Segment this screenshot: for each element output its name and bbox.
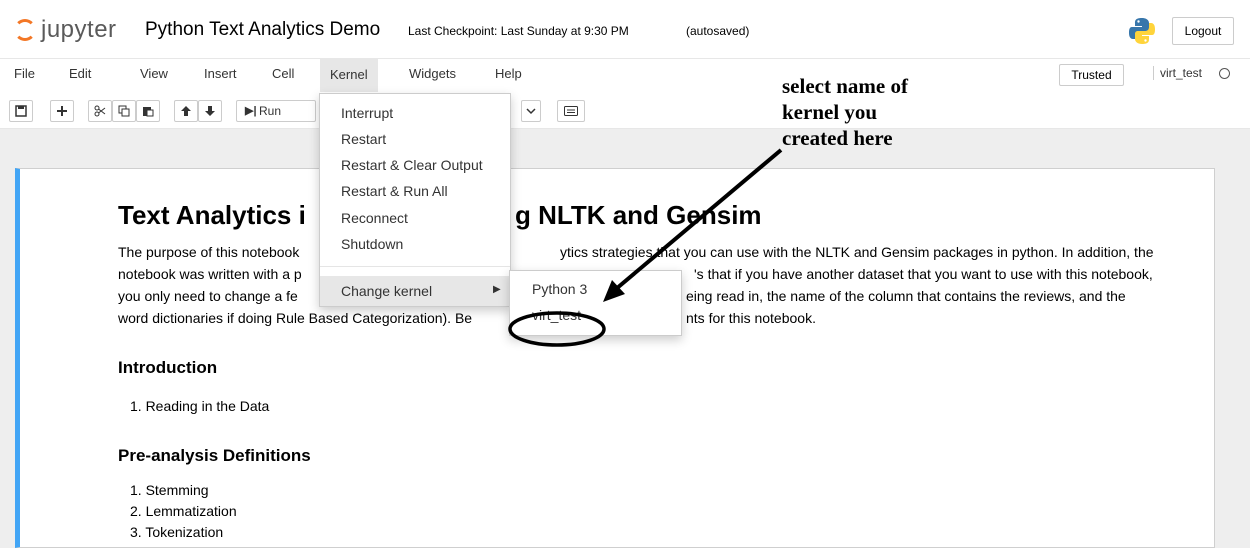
- paragraph-line-3b: eing read in, the name of the column tha…: [686, 288, 1126, 304]
- trusted-indicator[interactable]: Trusted: [1059, 64, 1124, 86]
- menu-cell[interactable]: Cell: [272, 66, 294, 81]
- add-cell-button[interactable]: [50, 100, 74, 122]
- notebook-heading-right: g NLTK and Gensim: [515, 200, 762, 230]
- header: jupyter Python Text Analytics Demo Last …: [0, 0, 1250, 58]
- list-item: 3. Tokenization: [130, 524, 224, 540]
- menu-insert[interactable]: Insert: [204, 66, 237, 81]
- jupyter-logo-icon: [14, 19, 36, 41]
- annotation-line-1: select name of: [782, 74, 908, 98]
- submenu-arrow-icon: ▶: [493, 284, 501, 295]
- menu-kernel[interactable]: Kernel: [320, 58, 378, 92]
- move-down-icon: [205, 106, 215, 116]
- annotation-line-3: created here: [782, 126, 893, 150]
- kernel-dropdown-menu: Interrupt Restart Restart & Clear Output…: [319, 93, 511, 307]
- kernel-option-virt-test[interactable]: virt_test: [532, 307, 581, 323]
- menu-item-reconnect[interactable]: Reconnect: [341, 210, 408, 226]
- section-heading-preanalysis: Pre-analysis Definitions: [118, 446, 311, 465]
- logo-text: jupyter: [41, 16, 117, 43]
- command-palette-button[interactable]: [557, 100, 585, 122]
- paste-icon: [143, 107, 154, 117]
- chevron-down-icon: [526, 108, 536, 115]
- menu-widgets[interactable]: Widgets: [409, 66, 456, 81]
- annotation-text: select name of kernel you created here: [782, 73, 908, 151]
- menu-view[interactable]: View: [140, 66, 168, 81]
- python-logo-icon: [1129, 18, 1155, 44]
- copy-icon: [118, 105, 130, 117]
- menu-file[interactable]: File: [14, 66, 35, 81]
- kernel-name-indicator[interactable]: virt_test: [1153, 66, 1202, 80]
- list-item: 1. Reading in the Data: [130, 398, 270, 414]
- paragraph-line-4b: nts for this notebook.: [686, 310, 816, 326]
- cut-icon: [94, 105, 106, 117]
- move-up-icon: [181, 106, 191, 116]
- notebook-heading: Text Analytics i: [118, 200, 306, 230]
- menu-item-change-kernel[interactable]: Change kernel: [341, 283, 432, 299]
- copy-button[interactable]: [112, 100, 136, 122]
- move-down-button[interactable]: [198, 100, 222, 122]
- run-button[interactable]: ▶| Run: [236, 100, 316, 122]
- kernel-option-python3[interactable]: Python 3: [532, 281, 587, 297]
- add-icon: [57, 106, 67, 116]
- list-item: 2. Lemmatization: [130, 503, 237, 519]
- run-label: Run: [259, 104, 282, 118]
- menu-item-restart-clear-output[interactable]: Restart & Clear Output: [341, 157, 483, 173]
- cell-type-dropdown-arrow[interactable]: [521, 100, 541, 122]
- move-up-button[interactable]: [174, 100, 198, 122]
- checkpoint-status: Last Checkpoint: Last Sunday at 9:30 PM: [408, 24, 629, 38]
- kernel-status-icon: [1219, 68, 1230, 79]
- run-icon: ▶|: [245, 105, 257, 117]
- menu-item-interrupt[interactable]: Interrupt: [341, 105, 393, 121]
- annotation-line-2: kernel you: [782, 100, 878, 124]
- section-heading-introduction: Introduction: [118, 358, 218, 377]
- change-kernel-submenu: Python 3 virt_test: [509, 270, 682, 336]
- keyboard-icon: [564, 106, 578, 116]
- menu-item-restart[interactable]: Restart: [341, 131, 386, 147]
- jupyter-logo[interactable]: jupyter: [14, 15, 117, 45]
- menu-edit[interactable]: Edit: [69, 66, 91, 81]
- save-button[interactable]: [9, 100, 33, 122]
- logout-button[interactable]: Logout: [1172, 17, 1234, 45]
- cut-button[interactable]: [88, 100, 112, 122]
- paragraph-line-2b: 's that if you have another dataset that…: [694, 266, 1153, 282]
- menu-help[interactable]: Help: [495, 66, 522, 81]
- notebook-title[interactable]: Python Text Analytics Demo: [145, 19, 380, 41]
- menu-item-restart-run-all[interactable]: Restart & Run All: [341, 183, 448, 199]
- autosave-status: (autosaved): [686, 24, 750, 38]
- paragraph-line-1b: ytics strategies that you can use with t…: [560, 244, 1154, 260]
- menu-divider: [320, 266, 510, 267]
- menu-item-shutdown[interactable]: Shutdown: [341, 236, 403, 252]
- paste-button[interactable]: [136, 100, 160, 122]
- save-icon: [15, 105, 27, 117]
- list-item: 1. Stemming: [130, 482, 209, 498]
